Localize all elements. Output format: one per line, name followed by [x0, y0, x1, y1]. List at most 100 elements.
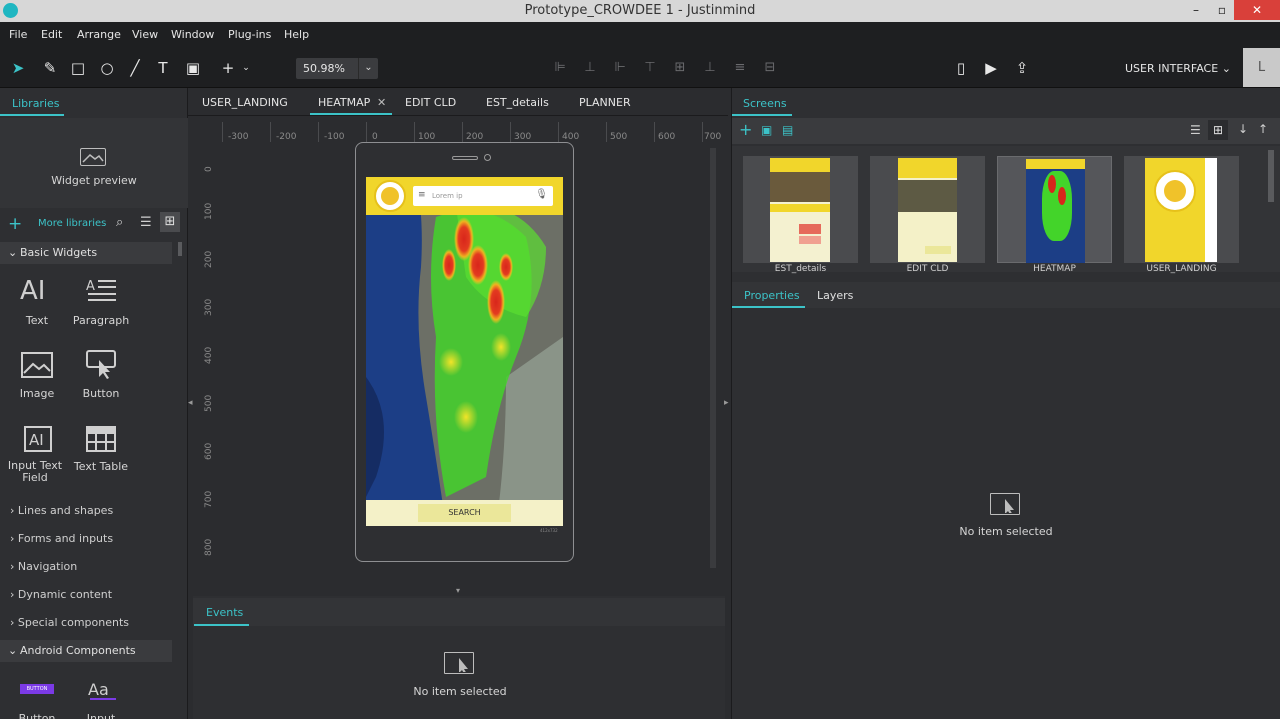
group-lines-shapes[interactable]: › Lines and shapes	[10, 504, 113, 517]
align-right-icon[interactable]: ⊩	[610, 58, 630, 78]
chevron-down-icon[interactable]: ⌄	[358, 58, 378, 79]
move-up-icon[interactable]: ↑	[1258, 122, 1268, 136]
search-button[interactable]: SEARCH	[418, 504, 511, 522]
grid-view-icon[interactable]: ⊞	[160, 212, 180, 232]
menu-window[interactable]: Window	[171, 28, 214, 41]
tab-events[interactable]: Events	[206, 606, 243, 619]
image-icon[interactable]	[21, 352, 53, 382]
svg-text:A: A	[86, 279, 95, 294]
basic-widgets-section[interactable]: ⌄ Basic Widgets	[0, 242, 172, 264]
tab-est-details[interactable]: EST_details	[486, 96, 549, 109]
group-special-components[interactable]: › Special components	[10, 616, 129, 629]
add-screen-icon[interactable]: +	[739, 120, 752, 139]
tab-edit-cld[interactable]: EDIT CLD	[405, 96, 456, 109]
android-button-preview[interactable]: BUTTON	[20, 684, 54, 694]
tab-underline	[194, 624, 249, 626]
scrollbar[interactable]	[178, 242, 182, 256]
widget-table-label: Text Table	[73, 460, 129, 473]
ruler-vertical: 0 100 200 300 400 500 600 700 800	[204, 166, 214, 556]
group-label: Special components	[17, 616, 129, 629]
image-tool-icon[interactable]: ▣	[183, 58, 203, 78]
screen-label: USER_LANDING	[1146, 264, 1217, 274]
ellipse-tool-icon[interactable]: ○	[97, 58, 117, 78]
android-components-section[interactable]: ⌄ Android Components	[0, 640, 172, 662]
list-view-icon[interactable]: ☰	[1190, 123, 1201, 137]
button-icon[interactable]	[86, 350, 116, 384]
microphone-icon[interactable]: 🎙	[535, 189, 548, 200]
paragraph-icon[interactable]: A	[86, 278, 118, 310]
screen-label: EDIT CLD	[906, 264, 949, 274]
align-top-icon[interactable]: ⊤	[640, 58, 660, 78]
menu-edit[interactable]: Edit	[41, 28, 62, 41]
select-tool-icon[interactable]: ➤	[8, 58, 28, 78]
zoom-select[interactable]: 50.98% ⌄	[296, 58, 378, 79]
screen-thumb-edit-cld[interactable]	[870, 156, 985, 263]
screen-thumb-user-landing[interactable]	[1124, 156, 1239, 263]
text-tool-icon[interactable]: T	[153, 58, 173, 78]
more-libraries-link[interactable]: More libraries	[38, 218, 106, 229]
tab-user-landing[interactable]: USER_LANDING	[202, 96, 288, 109]
tab-screens[interactable]: Screens	[743, 97, 787, 110]
grid-view-icon[interactable]: ⊞	[1208, 120, 1228, 140]
avatar[interactable]: L	[1243, 48, 1280, 87]
list-view-icon[interactable]: ☰	[140, 215, 152, 230]
input-text-field-icon[interactable]: AI	[24, 426, 52, 456]
collapse-right-icon[interactable]: ▸	[724, 398, 729, 408]
widget-preview-label: Widget preview	[51, 174, 137, 187]
heatmap-screen[interactable]	[366, 177, 563, 526]
text-ai-icon[interactable]: AI	[20, 276, 45, 306]
add-library-icon[interactable]: +	[8, 214, 22, 234]
android-input-preview[interactable]: Aa	[88, 680, 109, 699]
properties-empty-text: No item selected	[959, 525, 1053, 538]
menu-help[interactable]: Help	[284, 28, 309, 41]
align-bottom-icon[interactable]: ⊥	[700, 58, 720, 78]
tab-layers[interactable]: Layers	[817, 289, 853, 302]
publish-icon[interactable]: ⇪	[1012, 58, 1032, 78]
add-folder-icon[interactable]: ▤	[782, 123, 793, 137]
distribute-h-icon[interactable]: ≡	[730, 58, 750, 78]
distribute-v-icon[interactable]: ⊟	[760, 58, 780, 78]
table-icon[interactable]	[86, 426, 116, 456]
pen-tool-icon[interactable]: ✎	[40, 58, 60, 78]
collapse-left-icon[interactable]: ◂	[188, 398, 193, 408]
tab-properties[interactable]: Properties	[744, 289, 800, 302]
mode-select[interactable]: USER INTERFACE ⌄	[1125, 62, 1231, 75]
add-widget-icon[interactable]: +	[218, 58, 238, 78]
group-navigation[interactable]: › Navigation	[10, 560, 77, 573]
maximize-button[interactable]: ▫	[1209, 0, 1235, 20]
tab-planner[interactable]: PLANNER	[579, 96, 631, 109]
group-forms-inputs[interactable]: › Forms and inputs	[10, 532, 113, 545]
section-label: Basic Widgets	[20, 246, 98, 259]
screen-thumb-heatmap[interactable]	[997, 156, 1112, 263]
menu-view[interactable]: View	[132, 28, 158, 41]
svg-text:AI: AI	[29, 431, 44, 449]
line-tool-icon[interactable]: ╱	[125, 58, 145, 78]
collapse-bottom-icon[interactable]: ▾	[456, 586, 460, 595]
chevron-down-icon[interactable]: ⌄	[236, 58, 256, 78]
tab-heatmap[interactable]: HEATMAP	[318, 96, 370, 109]
device-icon[interactable]: ▯	[951, 58, 971, 78]
align-middle-icon[interactable]: ⊞	[670, 58, 690, 78]
minimize-button[interactable]: –	[1183, 0, 1209, 20]
group-dynamic-content[interactable]: › Dynamic content	[10, 588, 112, 601]
group-label: Forms and inputs	[17, 532, 114, 545]
rectangle-tool-icon[interactable]: □	[68, 58, 88, 78]
align-left-icon[interactable]: ⊫	[550, 58, 570, 78]
menu-file[interactable]: File	[9, 28, 27, 41]
tab-libraries[interactable]: Libraries	[12, 97, 60, 110]
canvas-scrollbar[interactable]	[710, 148, 716, 568]
screens-scrollbar[interactable]	[1268, 150, 1274, 202]
play-icon[interactable]: ▶	[981, 58, 1001, 78]
menu-plugins[interactable]: Plug-ins	[228, 28, 271, 41]
menu-arrange[interactable]: Arrange	[77, 28, 121, 41]
search-icon[interactable]: ⌕	[116, 215, 123, 230]
tab-underline	[732, 306, 805, 308]
close-tab-icon[interactable]: ✕	[377, 96, 386, 109]
add-image-icon[interactable]: ▣	[761, 123, 772, 137]
close-button[interactable]: ✕	[1234, 0, 1280, 20]
move-down-icon[interactable]: ↓	[1238, 122, 1248, 136]
group-label: Navigation	[17, 560, 78, 573]
menu-icon[interactable]: ≡	[418, 190, 426, 200]
align-center-icon[interactable]: ⊥	[580, 58, 600, 78]
screen-thumb-est-details[interactable]	[743, 156, 858, 263]
